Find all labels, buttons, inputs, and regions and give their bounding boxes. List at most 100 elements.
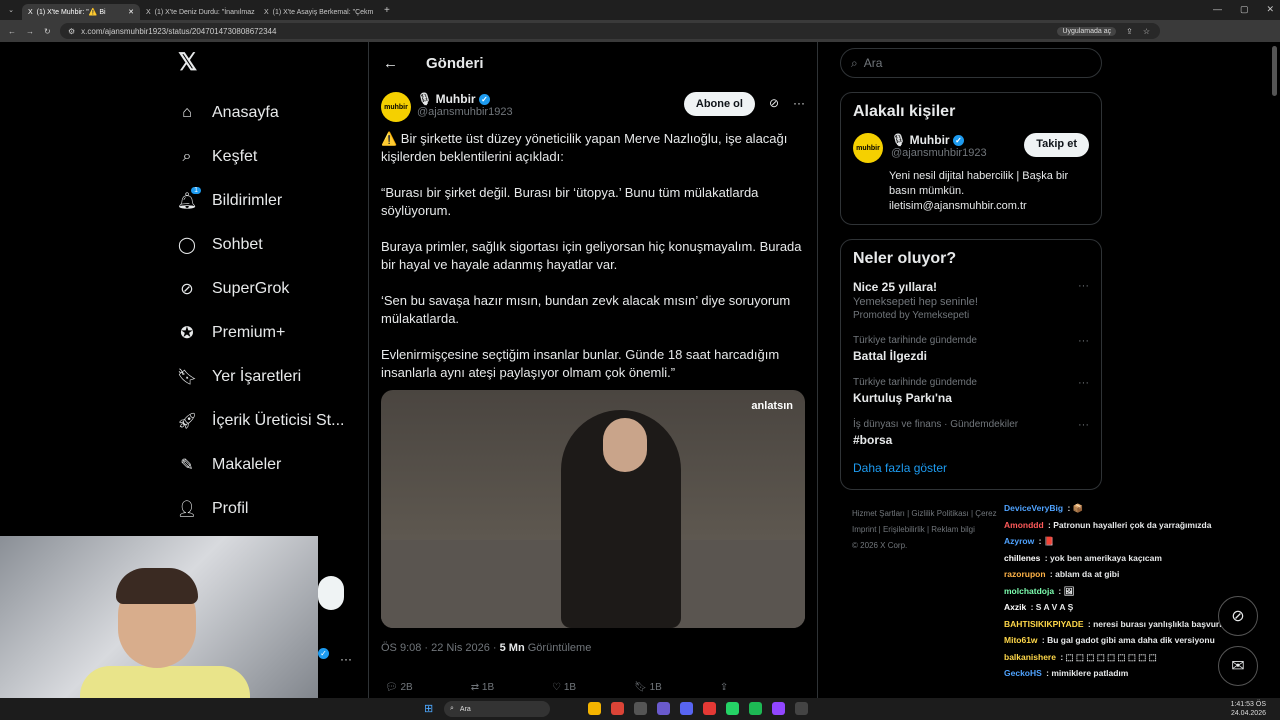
more-icon[interactable]: ··· <box>793 96 805 110</box>
search-input[interactable]: ⌕ Ara <box>840 48 1102 78</box>
trend-item[interactable]: Türkiye tarihinde gündemde Battal İlgezd… <box>853 335 1089 363</box>
post-button[interactable] <box>318 576 344 610</box>
avatar[interactable]: muhbir <box>853 133 883 163</box>
chrome-icon[interactable] <box>611 702 624 715</box>
open-in-app-button[interactable]: Uygulamada aç <box>1057 26 1117 36</box>
search-icon: ⌕ <box>182 148 192 165</box>
trend-item[interactable]: Nice 25 yıllara! Yemeksepeti hep seninle… <box>853 280 1089 321</box>
search-icon: ⌕ <box>450 705 454 712</box>
nav-label: Profil <box>212 500 249 517</box>
repost-button[interactable]: ⇄ 1B <box>471 682 494 693</box>
spotify-icon[interactable] <box>749 702 762 715</box>
chat-text: : 🖼 <box>1056 585 1075 596</box>
right-sidebar: ⌕ Ara Alakalı kişiler muhbir 🎙︎ Muhbir ✓ … <box>840 48 1102 554</box>
bookmark-button[interactable]: 🔖︎ 1B <box>634 682 662 693</box>
chat-username: molchatdoja <box>1004 585 1055 596</box>
post-video[interactable]: anlatsın <box>381 390 805 628</box>
verified-badge-icon: ✪ <box>180 325 194 342</box>
related-people-card: Alakalı kişiler muhbir 🎙︎ Muhbir ✓ @ajan… <box>840 92 1102 225</box>
chat-text: : ablam da at gibi <box>1047 569 1120 579</box>
forward-icon[interactable]: → <box>26 27 34 36</box>
back-arrow-icon[interactable]: ← <box>383 55 398 72</box>
reply-button[interactable]: 💬︎ 2B <box>385 682 413 693</box>
maximize-icon[interactable]: ▢ <box>1240 4 1249 15</box>
url-field[interactable]: ⚙ x.com/ajansmuhbir1923/status/204701473… <box>60 23 1160 39</box>
like-button[interactable]: ♡ 1B <box>552 682 576 693</box>
taskbar-clock[interactable]: 1:41:53 ÖS 24.04.2026 <box>1231 700 1266 718</box>
more-icon[interactable]: ··· <box>1078 377 1089 389</box>
mic-icon: 🎙︎ <box>417 92 436 106</box>
nav-label: İçerik Üreticisi St... <box>212 412 345 429</box>
x-logo[interactable]: 𝕏 <box>178 48 358 77</box>
obs-icon[interactable] <box>795 702 808 715</box>
scrollbar[interactable] <box>1272 46 1277 96</box>
article-icon: ✎ <box>180 457 194 474</box>
avatar[interactable]: muhbir <box>381 92 411 122</box>
reload-icon[interactable]: ↻ <box>44 27 51 36</box>
nav-creator-studio[interactable]: 🚀︎ İçerik Üreticisi St... <box>168 399 358 443</box>
nav-label: SuperGrok <box>212 280 290 297</box>
clock-date: 24.04.2026 <box>1230 710 1266 717</box>
taskbar-search[interactable]: ⌕ Ara <box>444 701 550 717</box>
nav-articles[interactable]: ✎ Makaleler <box>168 443 358 487</box>
nav-chat[interactable]: ◯ Sohbet <box>168 223 358 267</box>
messages-fab-icon[interactable]: ✉ <box>1218 646 1258 686</box>
trend-category: Türkiye tarihinde gündemde <box>853 335 977 346</box>
more-icon[interactable]: ··· <box>340 652 352 666</box>
trend-name: Battal İlgezdi <box>853 349 928 363</box>
share-icon[interactable]: ⇪ <box>720 682 728 693</box>
tab-menu-icon[interactable]: ⌄ <box>0 6 22 14</box>
related-person[interactable]: muhbir 🎙︎ Muhbir ✓ @ajansmuhbir1923 Taki… <box>853 133 1089 163</box>
nav-notifications[interactable]: 🔔︎ 1 Bildirimler <box>168 179 358 223</box>
grok-fab-icon[interactable]: ⊘ <box>1218 596 1258 636</box>
person-bio: Yeni nesil dijital habercilik | Başka bi… <box>889 170 1069 212</box>
trend-name: Nice 25 yıllara! <box>853 280 938 294</box>
trend-item[interactable]: Türkiye tarihinde gündemde Kurtuluş Park… <box>853 377 1089 405</box>
page-title: Gönderi <box>426 54 484 72</box>
more-icon[interactable]: ··· <box>1078 419 1089 431</box>
notification-badge: 1 <box>191 187 201 194</box>
nav-explore[interactable]: ⌕ Keşfet <box>168 135 358 179</box>
browser-tab[interactable]: X(1) X'te Deniz Durdu: "İnanılmaz✕ <box>140 4 258 20</box>
discord-icon[interactable] <box>680 702 693 715</box>
post-timestamp[interactable]: ÖS 9:08 · 22 Nis 2026 · <box>381 642 500 654</box>
nav-home[interactable]: ⌂ Anasayfa <box>168 91 358 135</box>
trend-item[interactable]: İş dünyası ve finans · Gündemdekiler #bo… <box>853 419 1089 447</box>
back-icon[interactable]: ← <box>8 27 16 36</box>
nav-supergrok[interactable]: ⊘ SuperGrok <box>168 267 358 311</box>
close-window-icon[interactable]: ✕ <box>1266 4 1274 15</box>
follow-button[interactable]: Takip et <box>1024 133 1089 157</box>
more-icon[interactable]: ··· <box>1078 280 1089 292</box>
nav-bookmarks[interactable]: 🔖︎ Yer İşaretleri <box>168 355 358 399</box>
app-icon[interactable] <box>634 702 647 715</box>
minimize-icon[interactable]: — <box>1213 4 1222 15</box>
windows-start-icon[interactable]: ⊞ <box>424 702 433 715</box>
taskbar-search-label: Ara <box>459 705 471 713</box>
nav-premium[interactable]: ✪ Premium+ <box>168 311 358 355</box>
app-icon[interactable] <box>703 702 716 715</box>
explorer-icon[interactable] <box>588 702 601 715</box>
subscribe-button[interactable]: Abone ol <box>683 92 755 116</box>
post-paragraph: ‘Sen bu savaşa hazır mısın, bundan zevk … <box>381 293 791 326</box>
person-handle: @ajansmuhbir1923 <box>891 147 987 159</box>
show-more-link[interactable]: Daha fazla göster <box>853 461 1089 475</box>
new-tab-button[interactable]: + <box>376 5 390 16</box>
browser-tab[interactable]: X(1) X'te Asayiş Berkemal: "Çekm✕ <box>258 4 376 20</box>
author-name[interactable]: 🎙︎ Muhbir ✓ <box>417 92 513 106</box>
chat-username: balkanishere <box>1004 651 1056 662</box>
close-icon[interactable]: ✕ <box>128 8 134 16</box>
browser-tab[interactable]: X (1) X'te Muhbir: "⚠️ Bi ✕ <box>22 4 140 20</box>
grok-icon[interactable]: ⊘ <box>769 96 779 110</box>
nav-profile[interactable]: 👤︎ Profil <box>168 487 358 531</box>
site-info-icon[interactable]: ⚙ <box>68 27 75 36</box>
tab-label: (1) X'te Deniz Durdu: "İnanılmaz <box>154 8 255 16</box>
more-icon[interactable]: ··· <box>1078 335 1089 347</box>
star-icon[interactable]: ☆ <box>1143 27 1150 36</box>
whatsapp-icon[interactable] <box>726 702 739 715</box>
chat-username: razorupon <box>1004 569 1046 579</box>
share-icon[interactable]: ⇪ <box>1126 27 1133 36</box>
home-icon: ⌂ <box>182 104 192 121</box>
app-icon[interactable] <box>657 702 670 715</box>
author-handle[interactable]: @ajansmuhbir1923 <box>417 106 513 118</box>
twitch-icon[interactable] <box>772 702 785 715</box>
